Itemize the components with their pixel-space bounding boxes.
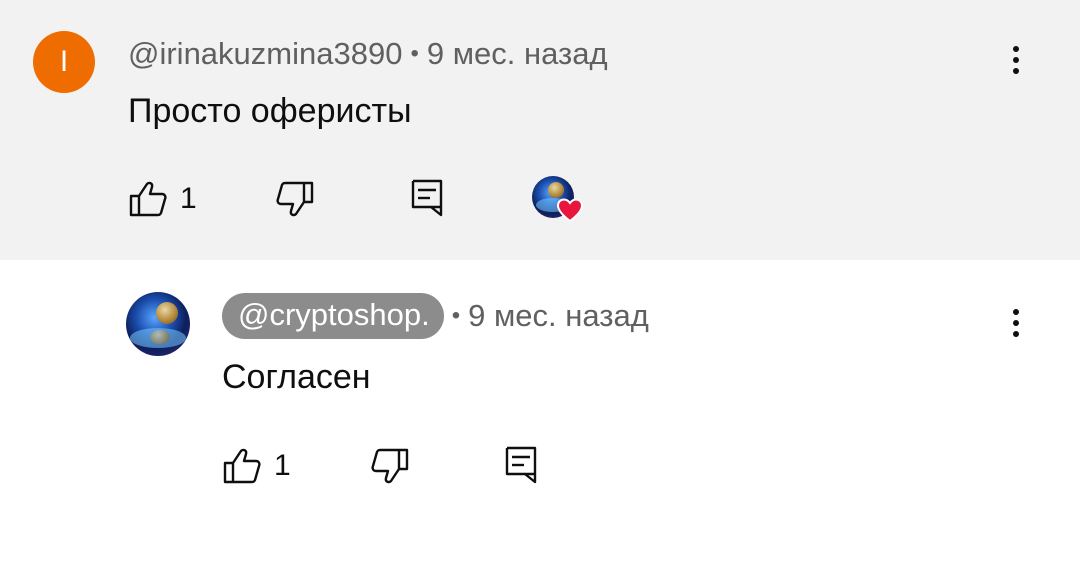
reply-like-button[interactable]: 1 [222, 447, 291, 485]
heart-icon [556, 198, 584, 223]
comment-text: Просто оферисты [128, 92, 412, 130]
more-options-button[interactable] [996, 40, 1036, 80]
reply-comment-icon [411, 179, 443, 217]
reply-comment-icon [505, 446, 537, 484]
reply-header: @cryptoshop. • 9 мес. назад [222, 293, 649, 339]
comment-time[interactable]: 9 мес. назад [427, 36, 608, 72]
bitcoin-coin [156, 302, 178, 324]
reply-author-name[interactable]: @cryptoshop. [222, 293, 444, 339]
dislike-button[interactable] [275, 180, 315, 218]
thumb-down-icon [371, 448, 409, 484]
thumb-down-icon [276, 181, 314, 217]
reply-reply-button[interactable] [504, 445, 538, 485]
avatar-letter: I [59, 45, 69, 78]
reply-button[interactable] [410, 178, 444, 218]
menu-dot [1013, 309, 1019, 315]
reply-like-count: 1 [274, 449, 291, 482]
author-avatar[interactable]: I [33, 31, 95, 93]
reply-text: Согласен [222, 358, 371, 396]
bitcoin-reflection [150, 330, 170, 344]
separator-dot: • [451, 302, 461, 329]
menu-dot [1013, 57, 1019, 63]
thumb-up-icon [129, 181, 167, 217]
comment-header: @irinakuzmina3890 • 9 мес. назад [128, 36, 608, 72]
creator-heart [532, 176, 584, 223]
menu-dot [1013, 46, 1019, 52]
like-count: 1 [180, 182, 197, 215]
author-name[interactable]: @irinakuzmina3890 [128, 36, 402, 72]
thumb-up-icon [223, 448, 261, 484]
menu-dot [1013, 331, 1019, 337]
reply-time[interactable]: 9 мес. назад [468, 298, 649, 334]
reply-dislike-button[interactable] [370, 447, 410, 485]
reply-more-options-button[interactable] [996, 303, 1036, 343]
separator-dot: • [410, 40, 419, 67]
like-button[interactable]: 1 [128, 180, 197, 218]
menu-dot [1013, 68, 1019, 74]
reply-author-avatar[interactable] [126, 292, 190, 356]
comment-top: I @irinakuzmina3890 • 9 мес. назад Прост… [0, 0, 1080, 260]
menu-dot [1013, 320, 1019, 326]
